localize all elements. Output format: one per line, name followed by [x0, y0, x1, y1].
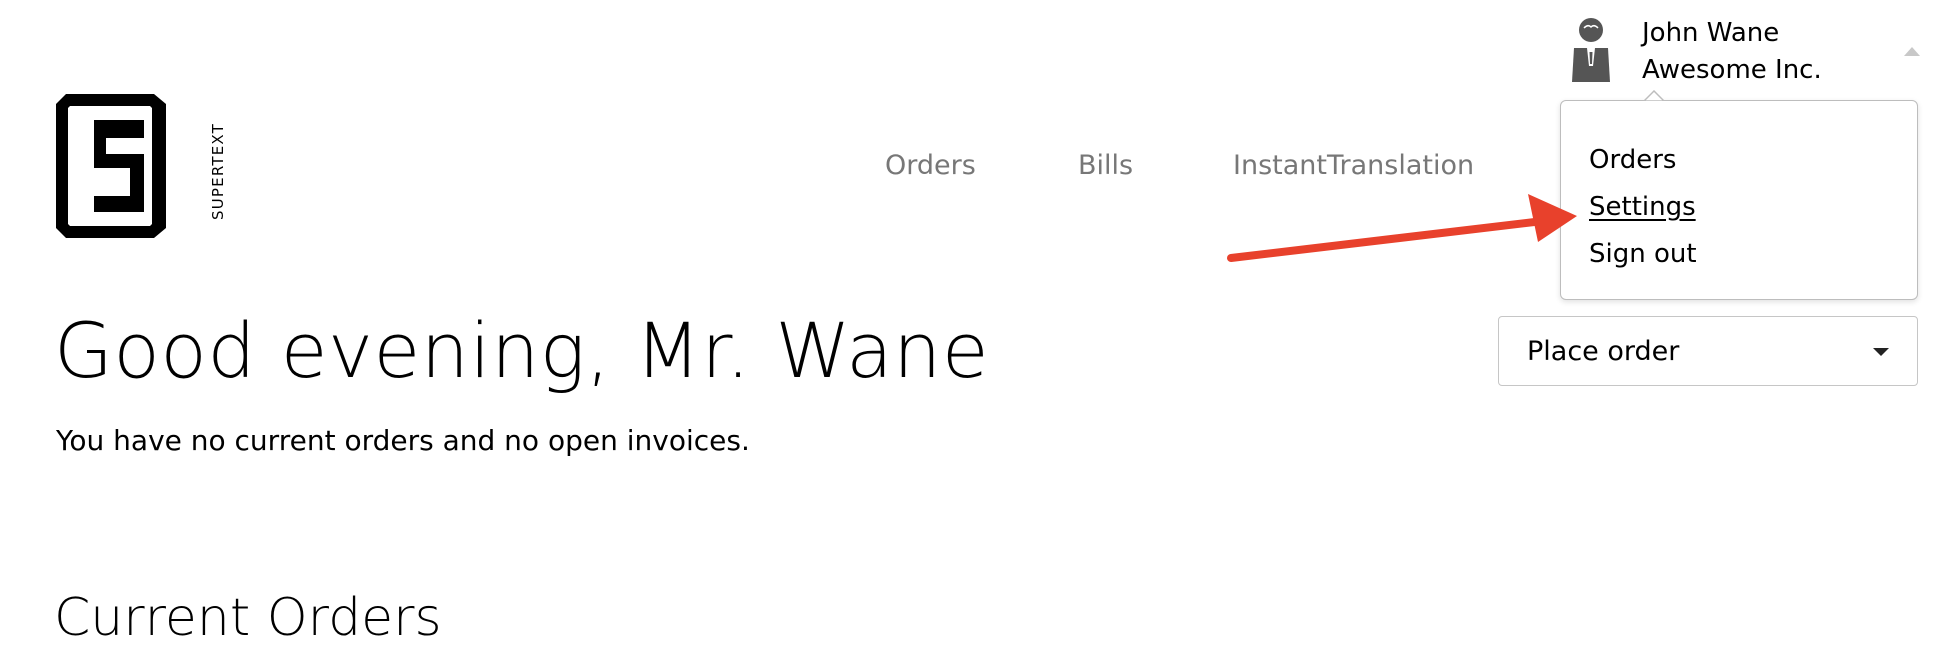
supertext-wordmark-text: SUPERTEXT [209, 123, 227, 220]
current-orders-title: Current Orders [54, 588, 442, 648]
menu-item-settings[interactable]: Settings [1589, 192, 1696, 222]
menu-item-sign-out[interactable]: Sign out [1589, 239, 1697, 269]
user-avatar-icon [1572, 18, 1610, 82]
nav-instant-translation[interactable]: InstantTranslation [1233, 150, 1474, 181]
page-greeting: Good evening, Mr. Wane [54, 306, 990, 395]
chevron-down-icon [1873, 348, 1889, 356]
supertext-logo-mark [56, 94, 166, 238]
status-text: You have no current orders and no open i… [56, 424, 750, 457]
user-dropdown-menu: Orders Settings Sign out [1560, 100, 1918, 300]
supertext-wordmark: SUPERTEXT [208, 112, 228, 220]
caret-up-icon[interactable] [1904, 47, 1920, 56]
menu-item-orders[interactable]: Orders [1589, 145, 1676, 175]
user-menu-toggle[interactable]: John Wane Awesome Inc. [1570, 14, 1930, 94]
dropdown-notch [1644, 90, 1664, 107]
user-name: John Wane [1642, 18, 1780, 48]
user-company: Awesome Inc. [1642, 55, 1822, 85]
nav-bills[interactable]: Bills [1078, 150, 1133, 181]
annotation-arrow-icon [1227, 194, 1577, 262]
place-order-label: Place order [1527, 336, 1680, 367]
place-order-dropdown[interactable]: Place order [1498, 316, 1918, 386]
nav-orders[interactable]: Orders [885, 150, 976, 181]
supertext-logo[interactable] [54, 92, 232, 238]
